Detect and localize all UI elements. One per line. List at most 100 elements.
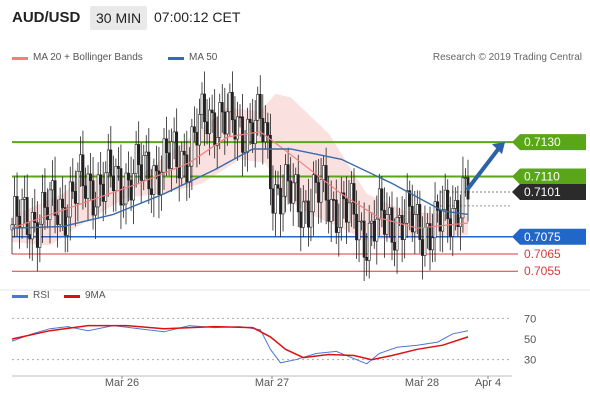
candle (433, 182, 437, 262)
candle-body (104, 172, 108, 202)
candle (152, 158, 156, 218)
candle-body (225, 111, 229, 135)
candle-body (339, 192, 343, 228)
rsi-tick-50: 50 (524, 334, 536, 346)
candle-body (213, 112, 217, 146)
candle-body (385, 214, 389, 235)
candle-body (15, 196, 19, 217)
candle-body (89, 173, 92, 181)
candle-body (109, 149, 113, 177)
candle-body (117, 165, 120, 169)
forecast-arrow (466, 146, 501, 191)
candle (129, 156, 133, 211)
candle-body (160, 172, 163, 195)
candle-body (296, 174, 300, 213)
candle-body (441, 209, 445, 232)
candle-body (388, 207, 391, 215)
candle-body (271, 188, 275, 214)
candle-body (319, 179, 323, 203)
candle-body (393, 242, 396, 251)
candle-body (86, 173, 90, 199)
candle-body (147, 151, 151, 190)
candle-body (446, 189, 450, 220)
candle-body (309, 211, 313, 228)
candle-body (284, 164, 288, 197)
candle-body (79, 154, 82, 172)
candle-body (279, 187, 282, 215)
candle-body (180, 150, 184, 179)
candle-body (370, 220, 374, 224)
rsi-ma-swatch (64, 295, 80, 298)
candle-body (61, 198, 65, 208)
rsi-tick-30: 30 (524, 355, 536, 367)
candle-body (382, 209, 386, 235)
candle-body (263, 122, 267, 143)
level-text: 0.7075 (524, 230, 561, 244)
candle (438, 190, 442, 252)
candle-body (332, 199, 336, 201)
candle (418, 190, 422, 254)
candle-body (220, 102, 224, 113)
candle-body (274, 184, 277, 214)
candle-body (165, 138, 168, 154)
candle-body (175, 131, 179, 168)
candle-body (205, 121, 209, 135)
candle (458, 194, 462, 251)
candle-body (172, 131, 176, 143)
candle (441, 185, 445, 253)
candle-body (167, 152, 171, 169)
candle-body (355, 213, 358, 241)
candle-body (372, 220, 376, 242)
candle-body (431, 237, 434, 251)
candle (167, 129, 171, 176)
candle (137, 121, 141, 185)
candle-body (198, 114, 201, 146)
level-text: 0.7110 (524, 170, 560, 184)
candle-body (200, 93, 204, 115)
rsi-ma-legend-label: 9MA (85, 290, 106, 301)
candle-body (238, 116, 242, 119)
candle-body (182, 150, 186, 156)
level-label-0.7110: 0.7110 (512, 168, 586, 185)
candle-body (223, 111, 227, 135)
level-label-0.7075: 0.7075 (512, 228, 586, 245)
candle-body (314, 174, 318, 183)
candle (451, 185, 455, 257)
candle-body (170, 141, 174, 169)
candle-body (122, 203, 125, 206)
candle-body (228, 92, 232, 113)
candle-body (398, 215, 402, 218)
candle-body (142, 155, 146, 181)
candle (403, 199, 407, 259)
x-tick-label: Mar 28 (405, 377, 439, 389)
candle-body (68, 181, 72, 218)
candle-body (367, 222, 371, 261)
candle-body (289, 180, 293, 204)
level-text: 0.7065 (524, 247, 561, 261)
candle-body (329, 199, 333, 222)
candle-body (28, 234, 32, 240)
candle-body (405, 190, 409, 224)
candle-body (91, 180, 95, 216)
candle-body (448, 218, 452, 237)
candle-body (261, 118, 265, 143)
candle-body (301, 201, 305, 228)
candle-body (294, 174, 298, 184)
x-tick-label: Apr 4 (475, 377, 501, 389)
price-chart[interactable]: 0.7130 0.71100.7101 0.7075 0.7065 0.7055 30 50… (0, 0, 590, 400)
candle-body (453, 200, 457, 209)
candle-body (362, 220, 366, 258)
candle-body (73, 191, 77, 204)
candle (119, 144, 123, 230)
candle (443, 173, 447, 221)
candle-body (81, 154, 85, 187)
candle-body (63, 207, 67, 236)
candle-body (317, 182, 320, 203)
candle-body (134, 144, 138, 174)
candle-body (231, 92, 234, 121)
candle-body (149, 188, 153, 195)
candle (390, 191, 394, 261)
rsi-ma-line (11, 324, 469, 361)
candle-body (352, 183, 356, 215)
candle-body (144, 151, 148, 156)
